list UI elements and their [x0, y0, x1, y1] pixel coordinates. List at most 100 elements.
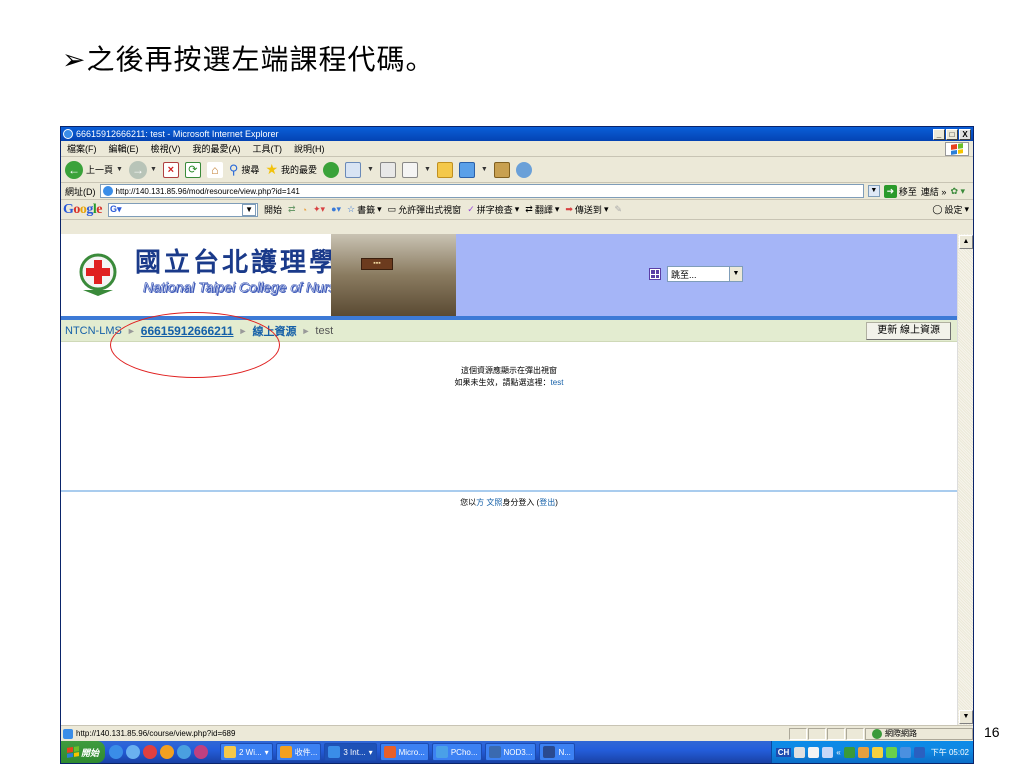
forward-button[interactable]: → ▼ — [128, 160, 157, 179]
tray-network-icon[interactable] — [857, 746, 869, 758]
google-search-dropdown[interactable]: ▼ — [242, 203, 256, 216]
user-name-link[interactable]: 方 文照 — [476, 498, 502, 507]
vertical-scrollbar[interactable]: ▲ ▼ — [957, 234, 973, 725]
research-icon[interactable] — [493, 161, 510, 178]
task-internet-explorer[interactable]: 3 Int... ▾ — [324, 743, 377, 761]
address-bar: 網址(D) http://140.131.85.96/mod/resource/… — [61, 183, 973, 200]
scroll-down-icon[interactable]: ▼ — [959, 710, 973, 724]
popup-blocker-button[interactable]: ▭ 允許彈出式視窗 — [388, 203, 462, 216]
task-microsoft[interactable]: Micro... — [379, 743, 429, 761]
settings-icon: ◯ — [932, 204, 943, 214]
logout-link[interactable]: 登出 — [539, 498, 555, 507]
quick-launch — [109, 745, 208, 759]
jump-select[interactable]: 跳至... ▼ — [667, 266, 743, 282]
tray-volume-icon[interactable] — [899, 746, 911, 758]
windows-flag-icon — [66, 746, 79, 758]
google-settings-button[interactable]: ◯ 設定 ▾ — [932, 203, 969, 216]
quicklaunch-stack-icon[interactable] — [194, 745, 208, 759]
start-button[interactable]: 開始 — [61, 741, 105, 763]
task-n[interactable]: N... — [539, 743, 575, 761]
task-folder[interactable]: 2 Wi... ▾ — [220, 743, 273, 761]
quicklaunch-red-icon[interactable] — [143, 745, 157, 759]
task-pchome[interactable]: PCho... — [431, 743, 482, 761]
quicklaunch-media-icon[interactable] — [126, 745, 140, 759]
edit-icon[interactable] — [401, 161, 418, 178]
go-button[interactable]: ➜ 移至 — [883, 184, 917, 198]
bookmarks-button[interactable]: ☆ 書籤 ▾ — [347, 203, 382, 216]
task-nod32[interactable]: NOD3... — [484, 743, 537, 761]
breadcrumb-resources[interactable]: 線上資源 — [252, 323, 296, 339]
pagerank-icon[interactable]: ◔ — [302, 205, 307, 215]
highlight-icon[interactable]: ✎ — [614, 204, 622, 215]
breadcrumb-site[interactable]: NTCN-LMS — [65, 325, 122, 337]
mail-icon[interactable] — [345, 161, 362, 178]
back-button[interactable]: ← 上一頁 ▼ — [65, 160, 123, 179]
folder-icon[interactable] — [436, 161, 453, 178]
links-extra-icon[interactable]: ✿ ▾ — [950, 186, 965, 197]
people-icon[interactable] — [515, 161, 532, 178]
scroll-up-icon[interactable]: ▲ — [959, 235, 973, 249]
home-icon[interactable]: ⌂ — [206, 161, 223, 178]
update-resource-button[interactable]: 更新 線上資源 — [866, 322, 951, 340]
menu-help[interactable]: 說明(H) — [294, 142, 325, 155]
tray-app-icon[interactable] — [913, 746, 925, 758]
google-search-input[interactable]: G▾ ▼ — [108, 202, 258, 217]
menu-favorites[interactable]: 我的最愛(A) — [193, 142, 241, 155]
close-button[interactable]: X — [959, 128, 971, 140]
taskbar: 開始 2 Wi... ▾ 收件... 3 Int... ▾ Micro... PCh… — [61, 741, 973, 763]
favorites-button[interactable]: ★ 我的最愛 — [265, 161, 317, 178]
menu-view[interactable]: 檢視(V) — [151, 142, 181, 155]
popup-message: 這個資源應顯示在彈出視窗 如果未生效，請點選這裡：test — [61, 365, 957, 389]
language-indicator[interactable]: CH — [775, 747, 792, 757]
google-logo[interactable]: Google — [63, 202, 102, 218]
links-button[interactable]: 連結 » — [921, 185, 947, 198]
google-arrow-icon: ⇄ — [288, 204, 296, 214]
tray-expand-icon[interactable]: « — [836, 748, 840, 757]
print-icon[interactable] — [379, 161, 396, 178]
google-chat-icon[interactable]: ●▾ — [331, 204, 341, 215]
quicklaunch-ie2-icon[interactable] — [177, 745, 191, 759]
star-icon: ★ — [265, 161, 278, 177]
maximize-button[interactable]: □ — [946, 128, 958, 140]
address-dropdown[interactable]: ▼ — [867, 185, 880, 197]
translate-button[interactable]: ⇄ 翻譯 ▾ — [525, 203, 559, 216]
forward-arrow-icon: → — [128, 160, 147, 179]
popup-resource-link[interactable]: test — [551, 378, 564, 387]
menu-file[interactable]: 檔案(F) — [67, 142, 97, 155]
tray-antivirus-icon[interactable] — [843, 746, 855, 758]
minimize-button[interactable]: _ — [933, 128, 945, 140]
task-inbox[interactable]: 收件... — [275, 743, 322, 761]
tray-keyboard-icon[interactable] — [794, 746, 806, 758]
school-name-en: National Taipei College of Nursing — [143, 279, 355, 296]
jump-grid-icon — [649, 268, 661, 280]
refresh-icon[interactable]: ⟳ — [184, 161, 201, 178]
breadcrumb-course[interactable]: 66615912666211 — [141, 324, 234, 338]
google-start-button[interactable]: 開始 — [264, 203, 282, 216]
tray-shield-icon[interactable] — [885, 746, 897, 758]
status-url: http://140.131.85.96/course/view.php?id=… — [76, 729, 236, 738]
search-button[interactable]: ⚲ 搜尋 — [229, 162, 260, 178]
tray-flag-icon[interactable] — [822, 746, 834, 758]
status-cell — [789, 727, 807, 740]
quicklaunch-ie-icon[interactable] — [109, 745, 123, 759]
status-page-icon — [63, 728, 73, 739]
globe-icon — [872, 728, 882, 739]
status-cell — [808, 727, 826, 740]
quicklaunch-outlook-icon[interactable] — [160, 745, 174, 759]
google-options-icon[interactable]: ✦▾ — [313, 204, 325, 215]
jump-menu: 跳至... ▼ — [649, 266, 743, 282]
tray-monitor-icon[interactable] — [871, 746, 883, 758]
status-bar: http://140.131.85.96/course/view.php?id=… — [61, 725, 973, 741]
history-icon[interactable] — [323, 161, 340, 178]
menu-edit[interactable]: 編輯(E) — [109, 142, 139, 155]
send-to-button[interactable]: ➡ 傳送到 ▾ — [565, 203, 608, 216]
address-input[interactable]: http://140.131.85.96/mod/resource/view.p… — [99, 184, 864, 198]
messenger-icon[interactable] — [458, 161, 475, 178]
tray-pen-icon[interactable] — [808, 746, 820, 758]
spellcheck-icon: ✓ — [467, 204, 475, 214]
menu-tools[interactable]: 工具(T) — [253, 142, 283, 155]
status-cell — [846, 727, 864, 740]
stop-icon[interactable]: × — [162, 161, 179, 178]
spellcheck-button[interactable]: ✓ 拼字檢查 ▾ — [467, 203, 519, 216]
page-number: 16 — [984, 724, 1000, 740]
